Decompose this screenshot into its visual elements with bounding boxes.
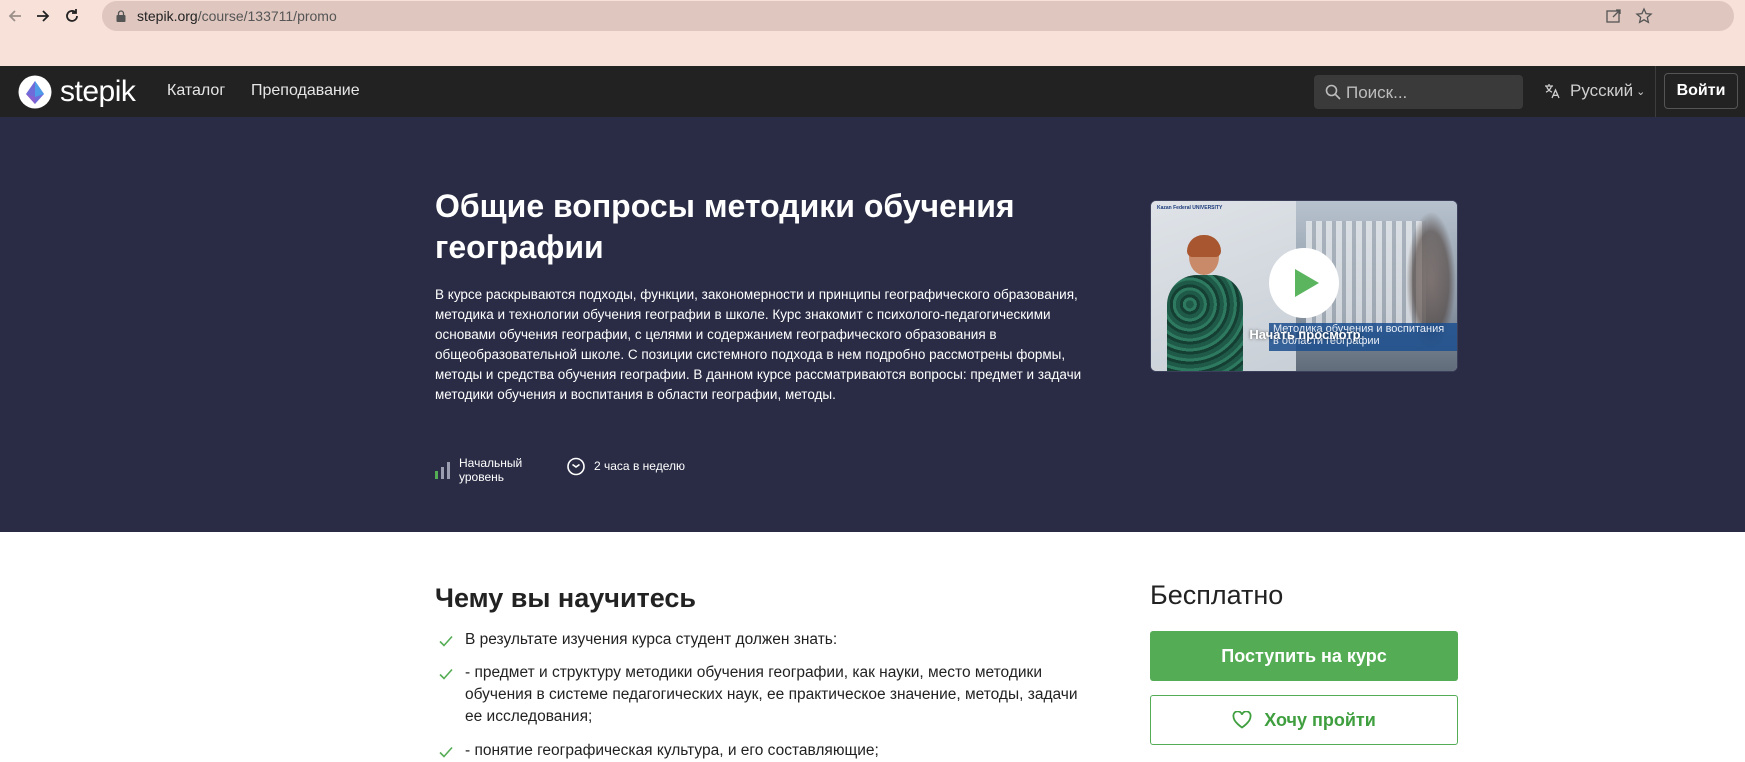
language-label: Русский	[1570, 81, 1634, 100]
check-icon	[439, 668, 453, 680]
clock-icon	[567, 457, 585, 476]
login-button[interactable]: Войти	[1664, 73, 1738, 109]
learn-item: В результате изучения курса студент долж…	[438, 629, 1085, 651]
course-price: Бесплатно	[1150, 580, 1284, 610]
learn-item: - понятие географическая культура, и его…	[438, 740, 1085, 762]
video-lecturer-image	[1165, 235, 1245, 371]
course-level: Начальный уровень	[435, 456, 522, 484]
heart-icon	[1232, 711, 1252, 729]
learn-section-title: Чему вы научитесь	[435, 583, 697, 613]
course-description: В курсе раскрываются подходы, функции, з…	[435, 287, 1082, 402]
translate-icon	[1545, 84, 1560, 99]
forward-icon[interactable]	[31, 4, 55, 28]
play-button[interactable]	[1269, 248, 1339, 318]
url-path: /course/133711/promo	[197, 8, 337, 24]
stepik-logo-icon	[18, 75, 52, 109]
share-icon[interactable]	[1605, 7, 1623, 25]
check-icon	[439, 635, 453, 647]
search-icon	[1325, 84, 1341, 100]
reload-icon[interactable]	[60, 4, 84, 28]
lecturer-body	[1167, 275, 1243, 371]
language-selector[interactable]: Русский ⌄	[1543, 81, 1645, 101]
address-bar[interactable]: stepik.org/course/133711/promo	[102, 1, 1734, 31]
level-line-1: Начальный	[459, 456, 523, 470]
back-icon[interactable]	[3, 4, 27, 28]
site-header: stepik Каталог Преподавание Поиск... Рус…	[0, 66, 1745, 117]
course-hero: Общие вопросы методики обучения географи…	[0, 117, 1745, 532]
nav-catalog[interactable]: Каталог	[167, 82, 225, 100]
browser-toolbar: stepik.org/course/133711/promo	[0, 0, 1745, 66]
wishlist-label: Хочу пройти	[1264, 709, 1376, 730]
enroll-button[interactable]: Поступить на курс	[1150, 631, 1458, 681]
logo-text: stepik	[60, 75, 136, 108]
header-divider	[1655, 66, 1656, 117]
university-logo: Kazan Federal UNIVERSITY	[1157, 205, 1223, 211]
url-domain: stepik.org	[137, 8, 198, 24]
check-icon	[439, 746, 453, 758]
play-icon	[1295, 269, 1319, 297]
chevron-down-icon: ⌄	[1636, 85, 1646, 98]
learn-item-text: В результате изучения курса студент долж…	[465, 631, 838, 648]
search-input[interactable]: Поиск...	[1314, 75, 1523, 109]
level-bars-icon	[435, 462, 450, 479]
course-title: Общие вопросы методики обучения географи…	[435, 188, 1015, 265]
learn-item: - предмет и структуру методики обучения …	[438, 662, 1085, 728]
learn-item-text: - предмет и структуру методики обучения …	[465, 664, 1078, 725]
lecturer-hair	[1187, 235, 1221, 257]
bookmark-star-icon[interactable]	[1635, 7, 1653, 25]
lock-icon	[116, 10, 126, 22]
level-line-2: уровень	[459, 470, 505, 484]
wishlist-button[interactable]: Хочу пройти	[1150, 695, 1458, 745]
search-placeholder: Поиск...	[1346, 83, 1408, 102]
promo-video[interactable]: Kazan Federal UNIVERSITY Методика обучен…	[1150, 200, 1458, 372]
stepik-logo[interactable]: stepik	[18, 74, 136, 110]
nav-teaching[interactable]: Преподавание	[251, 82, 360, 100]
workload-text: 2 часа в неделю	[594, 459, 685, 473]
play-label: Начать просмотр	[1249, 327, 1361, 342]
url-text: stepik.org/course/133711/promo	[137, 8, 337, 24]
level-text: Начальный уровень	[459, 456, 522, 484]
course-workload: 2 часа в неделю	[566, 456, 685, 476]
learn-item-text: - понятие географическая культура, и его…	[465, 742, 879, 759]
